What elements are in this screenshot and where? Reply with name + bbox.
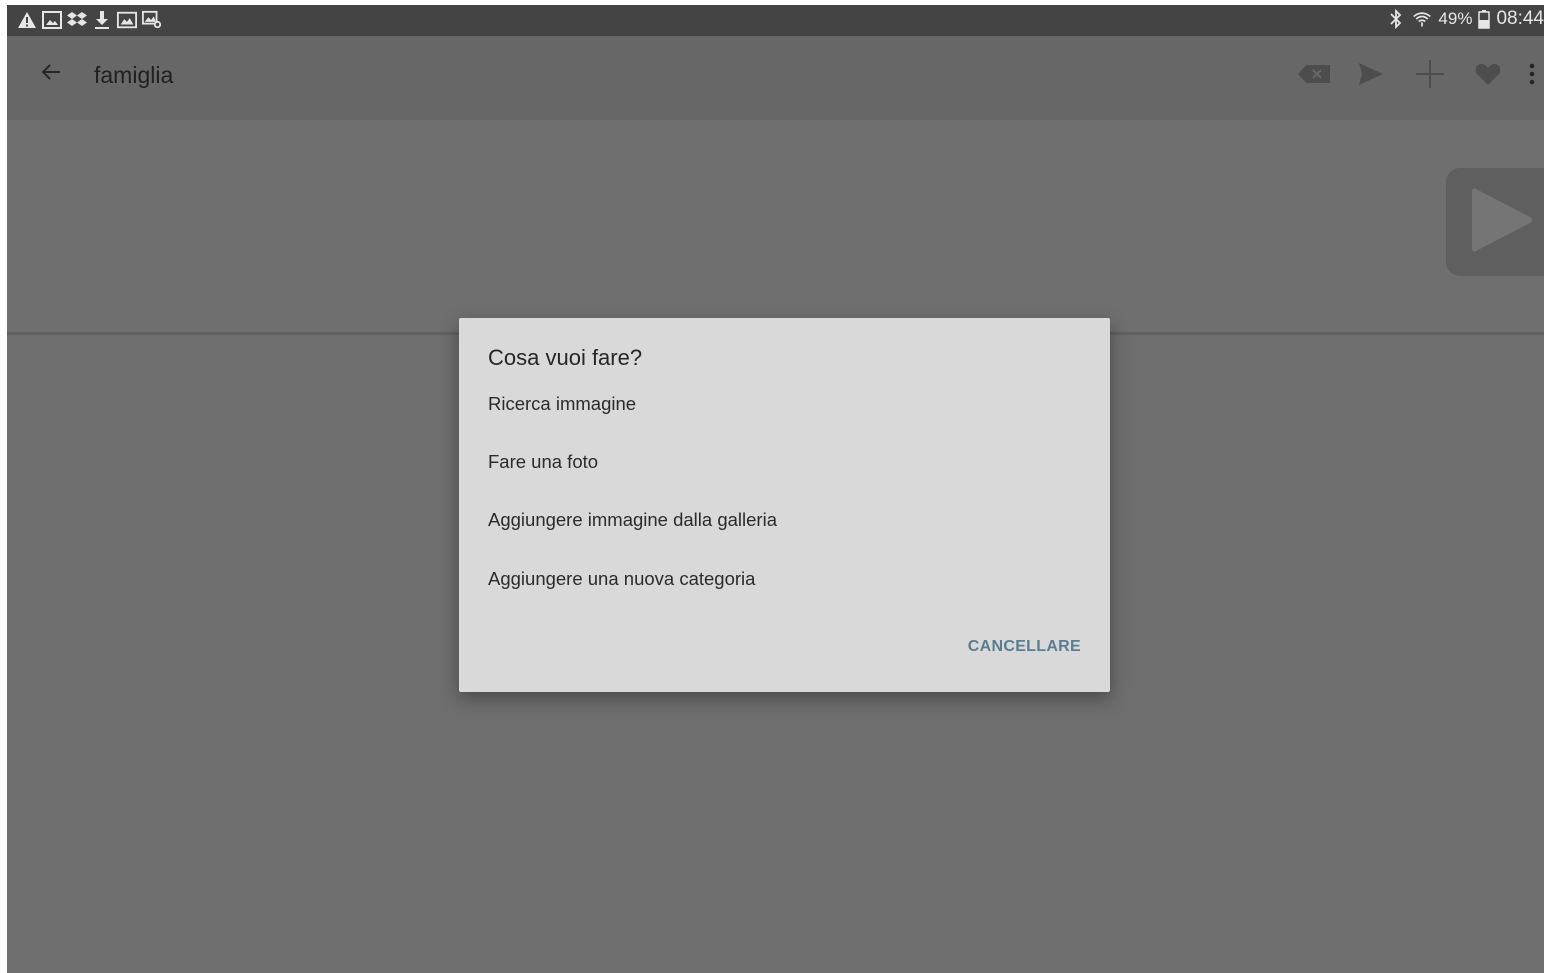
bluetooth-icon <box>1386 8 1406 30</box>
dialog-title: Cosa vuoi fare? <box>488 345 643 370</box>
screenshot-icon <box>142 9 162 31</box>
dropbox-icon <box>67 9 87 31</box>
play-button[interactable] <box>1446 168 1544 276</box>
back-button[interactable] <box>35 58 67 90</box>
page-title: famiglia <box>94 62 174 88</box>
option-take-photo[interactable]: Fare una foto <box>488 451 598 473</box>
option-search-image[interactable]: Ricerca immagine <box>488 393 636 415</box>
battery-icon <box>1478 8 1491 30</box>
option-add-from-gallery[interactable]: Aggiungere immagine dalla galleria <box>488 509 777 531</box>
favorite-button[interactable] <box>1468 56 1508 96</box>
sentence-strip <box>7 120 1544 335</box>
battery-percent: 49% <box>1438 9 1473 28</box>
image-icon <box>42 9 62 31</box>
backspace-button[interactable] <box>1294 56 1334 96</box>
wifi-icon <box>1412 8 1432 30</box>
backspace-icon <box>1297 64 1331 89</box>
notification-icons <box>17 9 162 31</box>
plus-icon <box>1415 59 1445 94</box>
device-screen: 49% 08:44 famiglia Cosa vuoi fare? Ricer… <box>7 5 1544 973</box>
download-icon <box>92 9 112 31</box>
warning-icon <box>17 9 37 31</box>
option-add-category[interactable]: Aggiungere una nuova categoria <box>488 568 755 590</box>
arrow-left-icon <box>39 60 63 89</box>
heart-icon <box>1475 62 1501 91</box>
more-options-button[interactable] <box>1512 56 1544 96</box>
gallery-icon <box>117 9 137 31</box>
app-bar: famiglia <box>7 36 1544 120</box>
add-button[interactable] <box>1410 56 1450 96</box>
system-indicators: 49% 08:44 <box>1386 8 1544 30</box>
cancel-button[interactable]: CANCELLARE <box>968 638 1081 656</box>
action-dialog: Cosa vuoi fare? Ricerca immagine Fare un… <box>459 318 1110 692</box>
play-icon <box>1472 186 1534 259</box>
status-bar: 49% 08:44 <box>7 5 1544 36</box>
send-icon <box>1358 62 1384 91</box>
send-button[interactable] <box>1351 56 1391 96</box>
more-vert-icon <box>1529 62 1535 91</box>
clock: 08:44 <box>1496 8 1544 29</box>
